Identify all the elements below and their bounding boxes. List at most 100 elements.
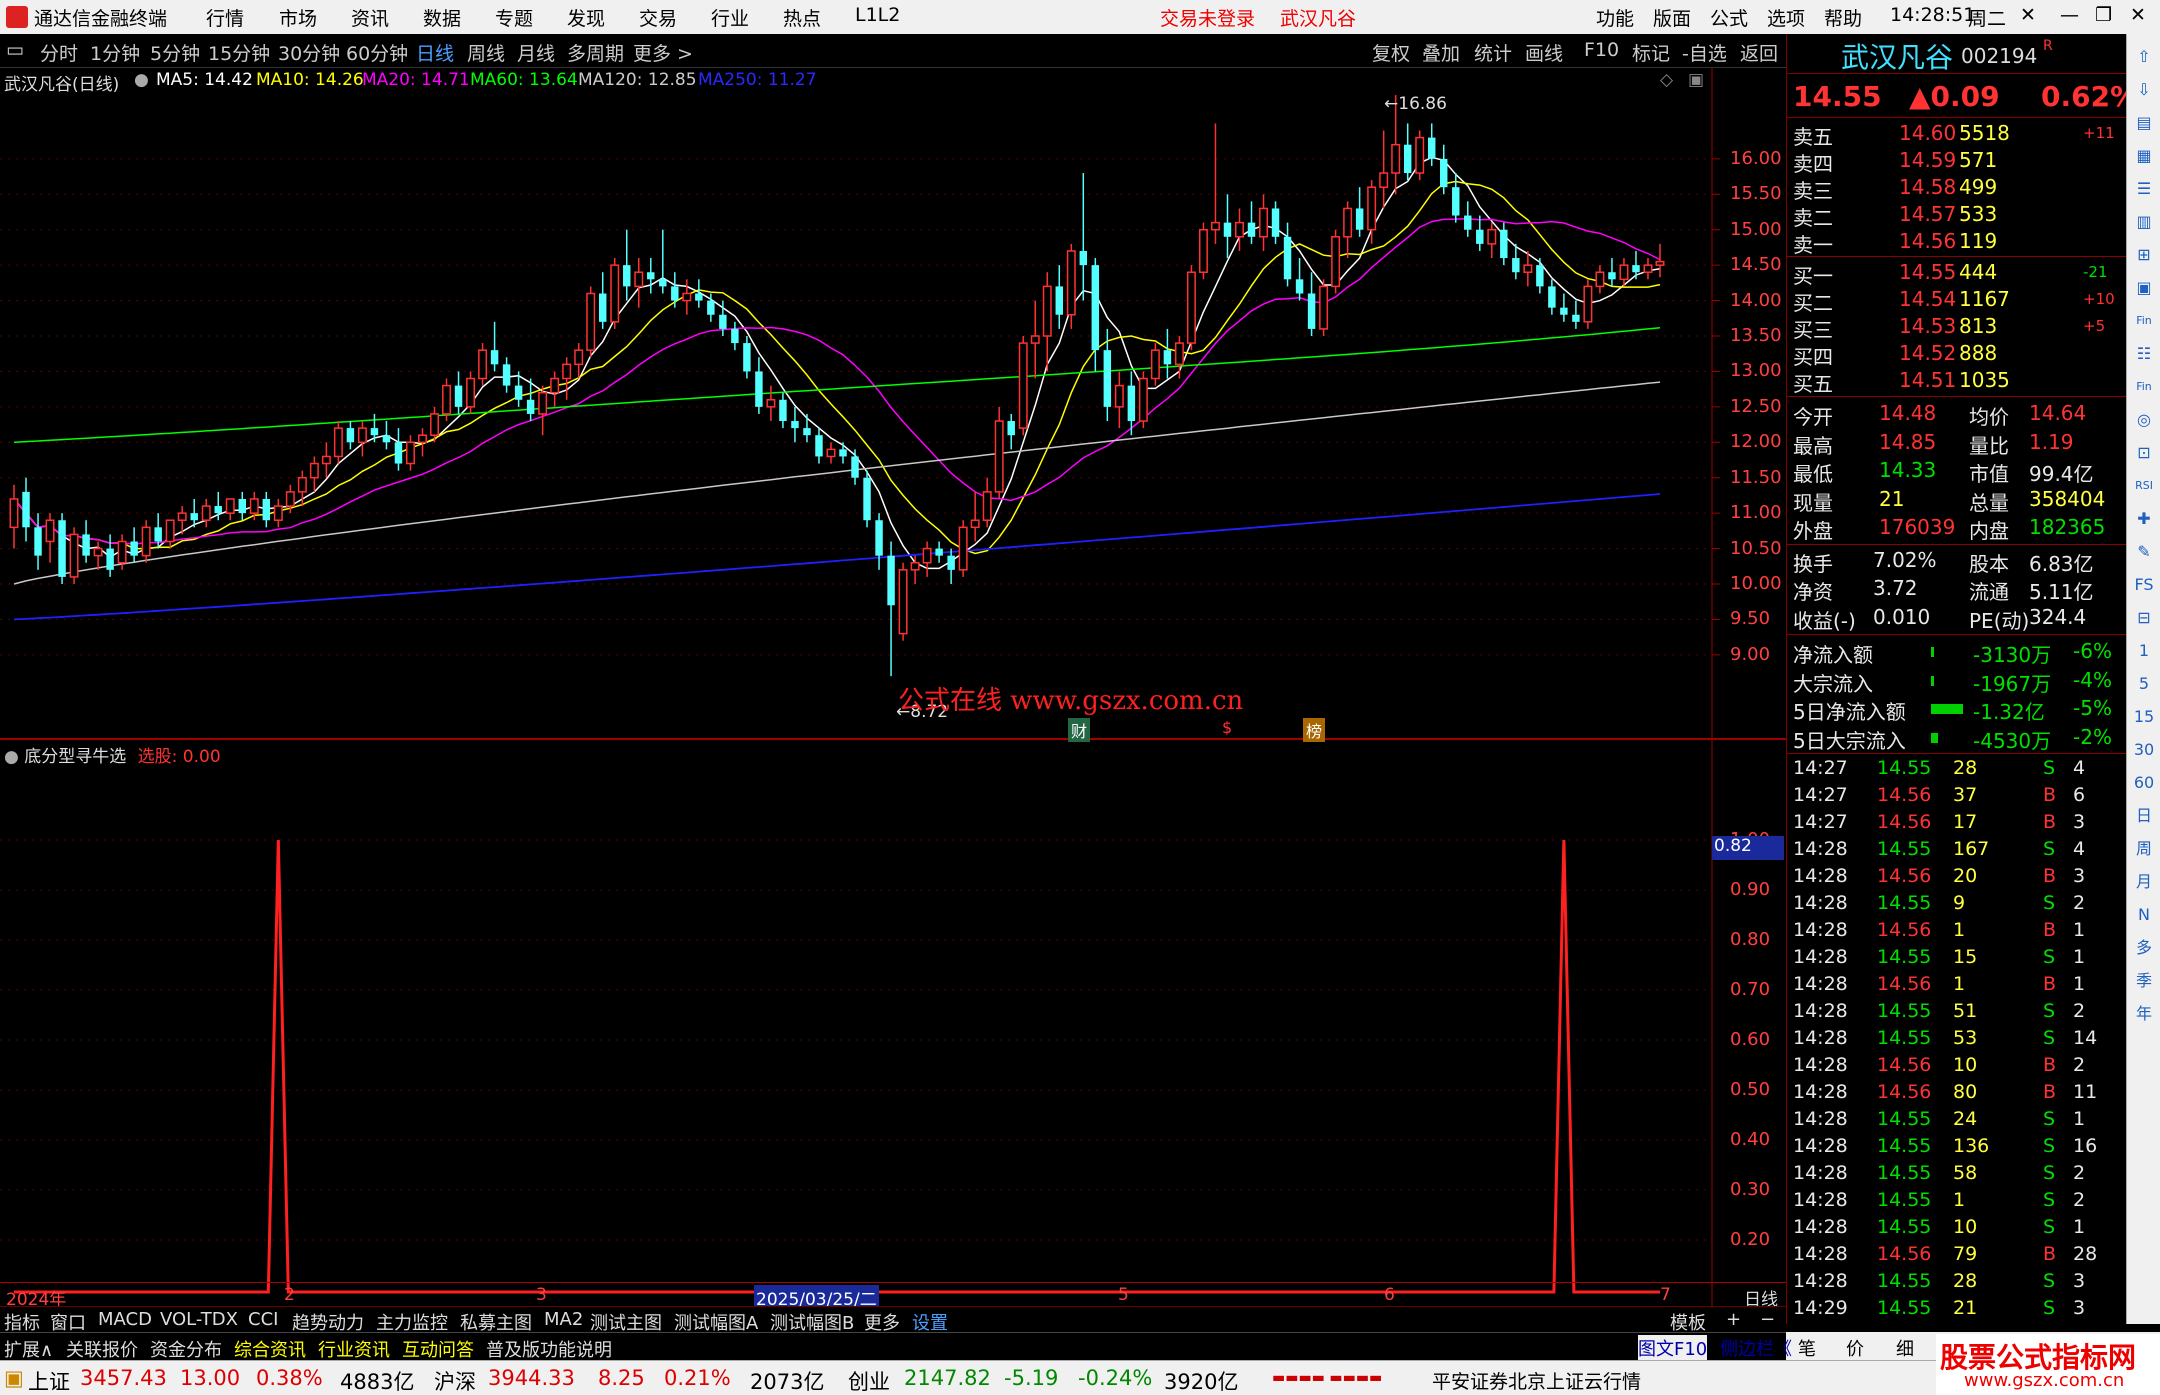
period-multi[interactable]: 多周期 — [567, 39, 624, 66]
side-tool-icon[interactable]: 年 — [2131, 1001, 2157, 1027]
side-tool-icon[interactable]: RSI — [2131, 473, 2157, 499]
tick-row[interactable]: 14:28 14.55 136 S 16 — [1793, 1134, 2119, 1161]
tick-row[interactable]: 14:28 14.55 15 S 1 — [1793, 945, 2119, 972]
period-fenshi[interactable]: 分时 — [40, 39, 78, 66]
tab-fund-dist[interactable]: 资金分布 — [150, 1336, 222, 1362]
period-day[interactable]: 日线 — [416, 39, 454, 66]
side-tool-icon[interactable]: Fin — [2131, 374, 2157, 400]
minimize-icon[interactable]: — — [2060, 4, 2079, 26]
tab-macd[interactable]: MACD — [98, 1309, 152, 1330]
side-tool-icon[interactable]: 15 — [2131, 704, 2157, 730]
side-tool-icon[interactable]: 30 — [2131, 737, 2157, 763]
side-tool-icon[interactable]: 多 — [2131, 935, 2157, 961]
bid-row[interactable]: 买三 14.53 813 +5 — [1793, 313, 2119, 342]
tick-row[interactable]: 14:28 14.55 28 S 3 — [1793, 1269, 2119, 1296]
tick-row[interactable]: 14:28 14.55 51 S 2 — [1793, 999, 2119, 1026]
period-60min[interactable]: 60分钟 — [346, 39, 408, 66]
tick-row[interactable]: 14:28 14.55 58 S 2 — [1793, 1161, 2119, 1188]
side-tool-icon[interactable]: 5 — [2131, 671, 2157, 697]
ask-row[interactable]: 卖二 14.57 533 — [1793, 201, 2119, 230]
tick-row[interactable]: 14:28 14.56 79 B 28 — [1793, 1242, 2119, 1269]
menu-gongneng[interactable]: 功能 — [1596, 4, 1634, 31]
tick-row[interactable]: 14:28 14.55 167 S 4 — [1793, 837, 2119, 864]
tick-row[interactable]: 14:28 14.56 20 B 3 — [1793, 864, 2119, 891]
sh-label[interactable]: 上证 — [28, 1366, 70, 1395]
tick-row[interactable]: 14:28 14.55 24 S 1 — [1793, 1107, 2119, 1134]
indicator-name[interactable]: 底分型寻牛选 — [24, 747, 126, 767]
login-status[interactable]: 交易未登录 — [1160, 4, 1255, 31]
marker-dollar[interactable]: $ — [1222, 718, 1232, 737]
period-more[interactable]: 更多 > — [633, 39, 693, 66]
bid-row[interactable]: 买五 14.51 1035 — [1793, 367, 2119, 396]
tick-row[interactable]: 14:28 14.56 80 B 11 — [1793, 1080, 2119, 1107]
side-tool-icon[interactable]: ⊟ — [2131, 605, 2157, 631]
menu-faxian[interactable]: 发现 — [567, 4, 605, 31]
menu-gongshi[interactable]: 公式 — [1710, 4, 1748, 31]
side-tool-icon[interactable]: ☰ — [2131, 176, 2157, 202]
menu-jiaoyi[interactable]: 交易 — [639, 4, 677, 31]
tab-qa[interactable]: 互动问答 — [402, 1336, 474, 1362]
tick-row[interactable]: 14:28 14.56 1 B 1 — [1793, 918, 2119, 945]
period-week[interactable]: 周线 — [467, 39, 505, 66]
menu-redian[interactable]: 热点 — [783, 4, 821, 31]
close-icon[interactable]: ✕ — [2130, 4, 2146, 26]
side-tool-icon[interactable]: ▤ — [2131, 110, 2157, 136]
tab-bi[interactable]: 笔 — [1798, 1335, 1816, 1361]
indicator-collapse-icon[interactable]: ● — [4, 747, 19, 767]
side-tool-icon[interactable]: ⇧ — [2131, 44, 2157, 70]
tick-row[interactable]: 14:27 14.56 17 B 3 — [1793, 810, 2119, 837]
stat-row[interactable]: 最低 14.33 市值 99.4亿 — [1793, 457, 2119, 486]
side-tool-icon[interactable]: ◎ — [2131, 407, 2157, 433]
tick-row[interactable]: 14:28 14.55 53 S 14 — [1793, 1026, 2119, 1053]
tab-manual[interactable]: 普及版功能说明 — [486, 1336, 612, 1362]
side-tool-icon[interactable]: ⇩ — [2131, 77, 2157, 103]
tab-industry-news[interactable]: 行业资讯 — [318, 1336, 390, 1362]
tab-f10[interactable]: 图文F10 — [1638, 1335, 1708, 1361]
side-tool-icon[interactable]: 日 — [2131, 803, 2157, 829]
side-tool-icon[interactable]: FS — [2131, 572, 2157, 598]
period-1min[interactable]: 1分钟 — [90, 39, 140, 66]
tab-xi[interactable]: 细 — [1896, 1335, 1914, 1361]
stat2-row[interactable]: 净资 3.72 流通 5.11亿 — [1793, 575, 2119, 604]
bid-row[interactable]: 买四 14.52 888 — [1793, 340, 2119, 369]
chart-canvas[interactable] — [0, 68, 1786, 1306]
menu-banmian[interactable]: 版面 — [1653, 4, 1691, 31]
stat-row[interactable]: 外盘 176039 内盘 182365 — [1793, 514, 2119, 543]
ask-row[interactable]: 卖四 14.59 571 — [1793, 147, 2119, 176]
menu-bangzhu[interactable]: 帮助 — [1824, 4, 1862, 31]
tab-sidebar[interactable]: 侧边栏《 — [1720, 1335, 1792, 1361]
menu-hangye[interactable]: 行业 — [711, 4, 749, 31]
stat-row[interactable]: 现量 21 总量 358404 — [1793, 486, 2119, 515]
menu-shuju[interactable]: 数据 — [423, 4, 461, 31]
tab-extend[interactable]: 扩展∧ — [4, 1336, 53, 1362]
side-tool-icon[interactable]: ▣ — [2131, 275, 2157, 301]
side-tool-icon[interactable]: Fin — [2131, 308, 2157, 334]
stat2-row[interactable]: 收益(-) 0.010 PE(动) 324.4 — [1793, 604, 2119, 633]
side-tool-icon[interactable]: ☷ — [2131, 341, 2157, 367]
menu-hangqing[interactable]: 行情 — [206, 4, 244, 31]
flow-row[interactable]: 净流入额 -3130万 -6% — [1793, 638, 2119, 667]
tab-vol[interactable]: VOL-TDX — [160, 1309, 238, 1330]
tick-row[interactable]: 14:28 14.55 1 S 2 — [1793, 1188, 2119, 1215]
status-icon[interactable]: ▣ — [4, 1366, 24, 1390]
btn-f10[interactable]: F10 — [1584, 39, 1619, 61]
tick-row[interactable]: 14:28 14.56 10 B 2 — [1793, 1053, 2119, 1080]
btn-biaoji[interactable]: 标记 — [1632, 39, 1670, 66]
close-small-icon[interactable]: ✕ — [2020, 4, 2036, 26]
stat2-row[interactable]: 换手 7.02% 股本 6.83亿 — [1793, 547, 2119, 576]
ask-row[interactable]: 卖五 14.60 5518 +11 — [1793, 120, 2119, 149]
menu-l1l2[interactable]: L1L2 — [855, 4, 900, 26]
side-tool-icon[interactable]: 60 — [2131, 770, 2157, 796]
side-tool-icon[interactable]: ✎ — [2131, 539, 2157, 565]
ask-row[interactable]: 卖三 14.58 499 — [1793, 174, 2119, 203]
side-tool-icon[interactable]: ✚ — [2131, 506, 2157, 532]
period-30min[interactable]: 30分钟 — [278, 39, 340, 66]
tab-cci[interactable]: CCI — [248, 1309, 278, 1330]
side-tool-icon[interactable]: ⊡ — [2131, 440, 2157, 466]
flow-row[interactable]: 5日净流入额 -1.32亿 -5% — [1793, 695, 2119, 724]
btn-huaxian[interactable]: 画线 — [1525, 39, 1563, 66]
side-tool-icon[interactable]: 月 — [2131, 869, 2157, 895]
tick-row[interactable]: 14:28 14.55 10 S 1 — [1793, 1215, 2119, 1242]
marker-cai[interactable]: 财 — [1068, 718, 1091, 742]
btn-fanhui[interactable]: 返回 — [1740, 39, 1778, 66]
